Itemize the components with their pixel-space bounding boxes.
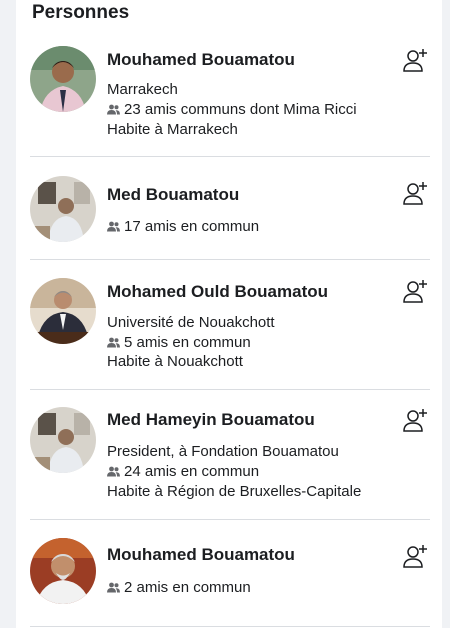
profile-photo-avatar[interactable]	[30, 46, 96, 112]
friends-icon	[107, 337, 120, 348]
person-location: Marrakech	[107, 81, 178, 98]
row-divider	[30, 626, 430, 627]
mutual-friends: 2 amis en commun	[107, 579, 251, 596]
person-work: President, à Fondation Bouamatou	[107, 443, 339, 460]
mutual-friends: 24 amis en commun	[107, 463, 259, 480]
people-results-panel: Personnes Mouhamed Bouamatou Marrakech 2…	[16, 0, 442, 628]
friends-icon	[107, 582, 120, 593]
profile-photo-avatar[interactable]	[30, 176, 96, 242]
mutual-friends-text: 17 amis en commun	[124, 218, 260, 235]
person-row-5[interactable]: Mouhamed Bouamatou 2 amis en commun	[16, 520, 442, 628]
mutual-friends-text: 23 amis communs dont Mima Ricci	[124, 101, 357, 118]
person-name[interactable]: Mouhamed Bouamatou	[107, 50, 295, 70]
mutual-friends: 17 amis en commun	[107, 218, 259, 235]
section-title: Personnes	[32, 2, 130, 23]
mutual-friends-text: 24 amis en commun	[124, 463, 260, 480]
add-friend-icon	[403, 409, 427, 432]
add-friend-button[interactable]	[402, 542, 430, 570]
profile-photo-avatar[interactable]	[30, 278, 96, 344]
person-name[interactable]: Mohamed Ould Bouamatou	[107, 282, 328, 302]
add-friend-button[interactable]	[402, 46, 430, 74]
person-row-1[interactable]: Mouhamed Bouamatou Marrakech 23 amis com…	[16, 44, 442, 157]
mutual-friends: 23 amis communs dont Mima Ricci	[107, 101, 357, 118]
add-friend-button[interactable]	[402, 179, 430, 207]
person-residence: Habite à Nouakchott	[107, 353, 243, 370]
friends-icon	[107, 221, 120, 232]
profile-photo-avatar[interactable]	[30, 407, 96, 473]
person-name[interactable]: Med Bouamatou	[107, 185, 239, 205]
friends-icon	[107, 466, 120, 477]
mutual-friends: 5 amis en commun	[107, 334, 251, 351]
add-friend-icon	[403, 49, 427, 72]
person-row-4[interactable]: Med Hameyin Bouamatou President, à Fonda…	[16, 390, 442, 520]
person-name[interactable]: Med Hameyin Bouamatou	[107, 410, 315, 430]
profile-photo-avatar[interactable]	[30, 538, 96, 604]
add-friend-icon	[403, 545, 427, 568]
person-education: Université de Nouakchott	[107, 314, 275, 331]
add-friend-button[interactable]	[402, 277, 430, 305]
friends-icon	[107, 104, 120, 115]
add-friend-icon	[403, 182, 427, 205]
mutual-friends-text: 5 amis en commun	[124, 334, 251, 351]
add-friend-button[interactable]	[402, 406, 430, 434]
person-row-2[interactable]: Med Bouamatou 17 amis en commun	[16, 157, 442, 260]
add-friend-icon	[403, 280, 427, 303]
person-residence: Habite à Région de Bruxelles-Capitale	[107, 483, 362, 500]
mutual-friends-text: 2 amis en commun	[124, 579, 251, 596]
person-name[interactable]: Mouhamed Bouamatou	[107, 545, 295, 565]
person-row-3[interactable]: Mohamed Ould Bouamatou Université de Nou…	[16, 260, 442, 390]
person-residence: Habite à Marrakech	[107, 121, 238, 138]
